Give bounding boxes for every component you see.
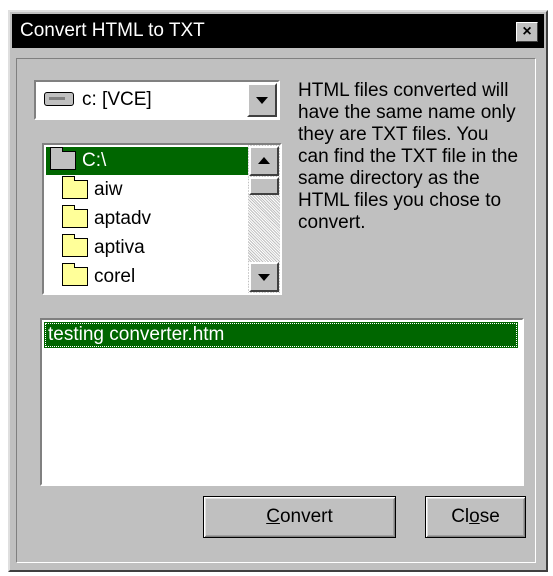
info-text: HTML files converted will have the same … — [298, 80, 519, 233]
close-mnemonic: o — [469, 506, 480, 527]
convert-mnemonic: C — [266, 506, 280, 527]
drive-combo-value: c: [VCE] — [82, 89, 152, 110]
directory-item[interactable]: aiw — [46, 176, 248, 204]
directory-item-label: aptiva — [94, 237, 145, 258]
close-button[interactable]: Close — [425, 496, 526, 538]
directory-list[interactable]: C:\ aiw aptadv aptiva corel — [42, 143, 282, 295]
convert-button[interactable]: Convert — [203, 496, 396, 538]
drive-dropdown-button[interactable] — [247, 83, 277, 117]
directory-item-label: aptadv — [94, 208, 152, 229]
file-list-item[interactable]: testing converter.htm — [44, 322, 518, 348]
close-label-pre: Cl — [451, 506, 470, 527]
directory-item-root[interactable]: C:\ — [46, 147, 248, 175]
directory-item[interactable]: aptadv — [46, 205, 248, 233]
title-bar[interactable]: Convert HTML to TXT × — [12, 14, 544, 48]
chevron-down-icon — [258, 274, 270, 281]
folder-icon — [62, 176, 88, 199]
folder-icon — [62, 263, 88, 286]
file-list[interactable]: testing converter.htm — [40, 318, 524, 486]
scroll-down-button[interactable] — [249, 262, 279, 292]
drive-combo[interactable]: c: [VCE] — [34, 80, 280, 120]
folder-icon — [62, 205, 88, 228]
drive-icon — [44, 92, 74, 106]
close-window-button[interactable]: × — [516, 22, 538, 42]
directory-item-label: C:\ — [82, 150, 107, 171]
open-folder-icon — [50, 147, 76, 170]
file-list-item-label: testing converter.htm — [48, 324, 225, 345]
window-title: Convert HTML to TXT — [20, 20, 205, 41]
convert-label-rest: onvert — [279, 506, 333, 527]
chevron-down-icon — [256, 97, 268, 104]
directory-item-label: corel — [94, 266, 136, 287]
close-label-rest: se — [479, 506, 500, 527]
scroll-thumb[interactable] — [249, 177, 279, 195]
directory-item[interactable]: aptiva — [46, 234, 248, 262]
chevron-up-icon — [258, 157, 270, 164]
directory-scrollbar[interactable] — [248, 145, 280, 293]
directory-item-label: aiw — [94, 179, 123, 200]
folder-icon — [62, 234, 88, 257]
scroll-up-button[interactable] — [249, 146, 279, 176]
directory-item[interactable]: corel — [46, 263, 248, 291]
